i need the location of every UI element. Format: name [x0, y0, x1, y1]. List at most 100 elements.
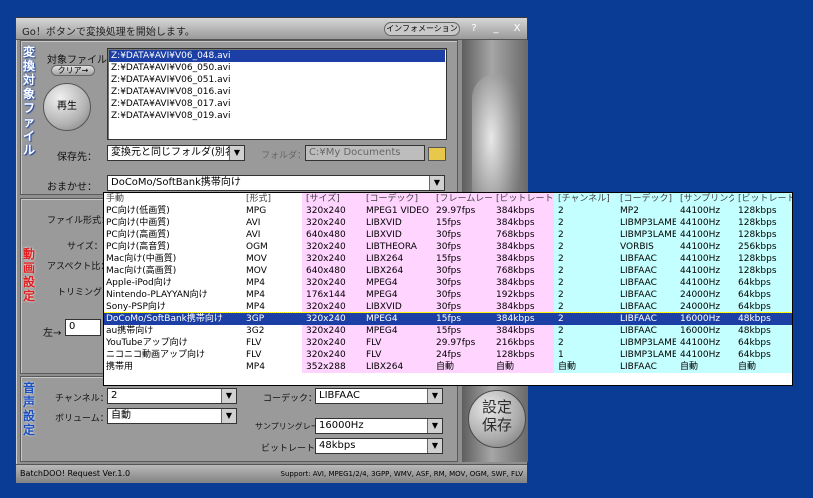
- dropdown-option[interactable]: 携帯用 MP4 352x288 LIBX264 自動 自動 自動 LIBFAAC 自動 自動: [104, 361, 792, 373]
- dropdown-option[interactable]: YouTubeアップ向け FLV 320x240 FLV 29.97fps 216kbps…: [104, 337, 792, 349]
- files-panel-tag: 変換対象ファイル: [23, 45, 36, 157]
- video-panel-tag: 動画設定: [23, 247, 36, 303]
- dropdown-option[interactable]: PC向け(中画質) AVI 320x240 LIBXVID 15fps 384kbps 2 L…: [104, 217, 792, 229]
- dropdown-cell: 15fps: [432, 253, 492, 265]
- dropdown-cell: YouTubeアップ向け: [104, 337, 244, 349]
- audio-codec-value: LIBFAAC: [319, 390, 360, 401]
- audio-panel-tag: 音声設定: [23, 381, 36, 437]
- dropdown-cell: LIBFAAC: [616, 277, 676, 289]
- dropdown-cell: 24000Hz: [676, 301, 734, 313]
- file-list-item[interactable]: Z:¥DATA¥AVI¥V06_050.avi: [109, 62, 445, 74]
- dropdown-cell: 128kbps: [734, 265, 792, 277]
- close-button[interactable]: X: [509, 22, 525, 36]
- save-settings-button[interactable]: 設定 保存: [468, 390, 526, 448]
- audio-bitrate-select[interactable]: 48kbps ▼: [315, 438, 443, 454]
- audio-codec-select[interactable]: LIBFAAC ▼: [315, 388, 443, 404]
- file-list[interactable]: Z:¥DATA¥AVI¥V06_048.avi Z:¥DATA¥AVI¥V06_…: [107, 48, 447, 140]
- dropdown-option[interactable]: PC向け(高音質) OGM 320x240 LIBTHEORA 30fps 384kbps…: [104, 241, 792, 253]
- sample-rate-select[interactable]: 16000Hz ▼: [315, 418, 443, 434]
- dropdown-cell: LIBFAAC: [616, 301, 676, 313]
- dropdown-option[interactable]: PC向け(高画質) AVI 640x480 LIBXVID 30fps 768kbps 2 L…: [104, 229, 792, 241]
- save-destination-label: 保存先：: [57, 152, 97, 163]
- dropdown-cell: LIBX264: [362, 361, 432, 373]
- chevron-down-icon[interactable]: ▼: [429, 176, 444, 190]
- dropdown-cell: 768kbps: [492, 265, 554, 277]
- dropdown-cell: LIBMP3LAME: [616, 217, 676, 229]
- dropdown-option[interactable]: Mac向け(中画質) MOV 320x240 LIBX264 15fps 384kbps 2…: [104, 253, 792, 265]
- dropdown-cell: LIBXVID: [362, 301, 432, 313]
- dropdown-option[interactable]: Sony-PSP向け MP4 320x240 LIBXVID 30fps 384kbps 2…: [104, 301, 792, 313]
- preset-select[interactable]: DoCoMo/SoftBank携帯向け ▼: [107, 175, 445, 191]
- chevron-down-icon[interactable]: ▼: [221, 389, 236, 403]
- file-list-item[interactable]: Z:¥DATA¥AVI¥V08_019.avi: [109, 110, 445, 122]
- dropdown-cell: 16000Hz: [676, 313, 734, 325]
- volume-select[interactable]: 自動 ▼: [107, 408, 237, 424]
- dropdown-option[interactable]: Apple-iPod向け MP4 320x240 MPEG4 30fps 384kbps 2…: [104, 277, 792, 289]
- dropdown-option[interactable]: ニコニコ動画アップ向け FLV 320x240 FLV 24fps 128kbps 1 LIB…: [104, 349, 792, 361]
- dropdown-cell: 352x288: [302, 361, 362, 373]
- information-button[interactable]: インフォメーション: [384, 22, 460, 36]
- dropdown-cell: 48kbps: [734, 325, 792, 337]
- sample-rate-value: 16000Hz: [319, 420, 364, 431]
- dropdown-cell: 2: [554, 337, 616, 349]
- file-list-item[interactable]: Z:¥DATA¥AVI¥V06_051.avi: [109, 74, 445, 86]
- save-destination-value: 変換元と同じフォルダ(別名): [111, 147, 239, 158]
- dropdown-cell: FLV: [362, 337, 432, 349]
- dropdown-cell: 自動: [554, 361, 616, 373]
- dropdown-option[interactable]: DoCoMo/SoftBank携帯向け 3GP 320x240 MPEG4 15fps 3…: [104, 312, 792, 326]
- dropdown-cell: 30fps: [432, 241, 492, 253]
- preset-dropdown-list[interactable]: 手動[形式][サイズ][コーデック][フレームレート][ビットレート][チャンネ…: [103, 192, 793, 386]
- dropdown-cell: AVI: [244, 217, 302, 229]
- dropdown-cell: 128kbps: [492, 349, 554, 361]
- dropdown-cell: 携帯用: [104, 361, 244, 373]
- dropdown-header-row: 手動[形式][サイズ][コーデック][フレームレート][ビットレート][チャンネ…: [104, 193, 792, 205]
- dropdown-cell: 384kbps: [492, 277, 554, 289]
- dropdown-cell: Mac向け(中画質): [104, 253, 244, 265]
- chevron-down-icon[interactable]: ▼: [221, 409, 236, 423]
- help-button[interactable]: ?: [466, 22, 482, 36]
- dropdown-cell: MPEG4: [362, 313, 432, 325]
- save-destination-select[interactable]: 変換元と同じフォルダ(別名) ▼: [107, 145, 245, 161]
- clear-button[interactable]: クリア→: [51, 65, 95, 76]
- dropdown-cell: 30fps: [432, 265, 492, 277]
- dropdown-cell: 自動: [432, 361, 492, 373]
- version-text: BatchDOO! Request Ver.1.0: [20, 469, 131, 478]
- dropdown-cell: 2: [554, 277, 616, 289]
- chevron-down-icon[interactable]: ▼: [229, 146, 244, 160]
- chevron-down-icon[interactable]: ▼: [427, 389, 442, 403]
- dropdown-cell: 3GP: [244, 313, 302, 325]
- dropdown-cell: [コーデック]: [362, 193, 432, 205]
- dropdown-cell: 44100Hz: [676, 205, 734, 217]
- dropdown-cell: Sony-PSP向け: [104, 301, 244, 313]
- minimize-button[interactable]: _: [488, 22, 504, 36]
- file-list-item[interactable]: Z:¥DATA¥AVI¥V08_017.avi: [109, 98, 445, 110]
- left-trim-input[interactable]: 0: [65, 319, 101, 336]
- dropdown-option[interactable]: Mac向け(高画質) MOV 640x480 LIBX264 30fps 768kbps 2…: [104, 265, 792, 277]
- dropdown-option[interactable]: PC向け(低画質) MPG 320x240 MPEG1 VIDEO 29.97fps 38…: [104, 205, 792, 217]
- dropdown-cell: 44100Hz: [676, 349, 734, 361]
- channel-label: チャンネル：: [55, 394, 109, 404]
- dropdown-option[interactable]: Nintendo-PLAYYAN向け MP4 176x144 MPEG4 30fps 19…: [104, 289, 792, 301]
- dropdown-cell: FLV: [244, 337, 302, 349]
- dropdown-cell: MPG: [244, 205, 302, 217]
- dropdown-option[interactable]: au携帯向け 3G2 320x240 MPEG4 15fps 384kbps 2 LIBFAA…: [104, 325, 792, 337]
- channel-select[interactable]: 2 ▼: [107, 388, 237, 404]
- dropdown-cell: [フレームレート]: [432, 193, 492, 205]
- file-list-item[interactable]: Z:¥DATA¥AVI¥V08_016.avi: [109, 86, 445, 98]
- dropdown-cell: 44100Hz: [676, 277, 734, 289]
- folder-field[interactable]: C:¥My Documents: [305, 145, 425, 161]
- chevron-down-icon[interactable]: ▼: [427, 439, 442, 453]
- play-button[interactable]: 再生: [43, 83, 91, 131]
- dropdown-cell: 320x240: [302, 349, 362, 361]
- dropdown-cell: 2: [554, 265, 616, 277]
- dropdown-cell: 320x240: [302, 325, 362, 337]
- file-list-item[interactable]: Z:¥DATA¥AVI¥V06_048.avi: [109, 50, 445, 62]
- dropdown-cell: 2: [554, 229, 616, 241]
- chevron-down-icon[interactable]: ▼: [427, 419, 442, 433]
- channel-value: 2: [111, 390, 118, 401]
- dropdown-cell: [チャンネル]: [554, 193, 616, 205]
- dropdown-cell: 320x240: [302, 301, 362, 313]
- folder-icon[interactable]: [428, 147, 446, 161]
- dropdown-cell: 256kbps: [734, 241, 792, 253]
- dropdown-cell: Nintendo-PLAYYAN向け: [104, 289, 244, 301]
